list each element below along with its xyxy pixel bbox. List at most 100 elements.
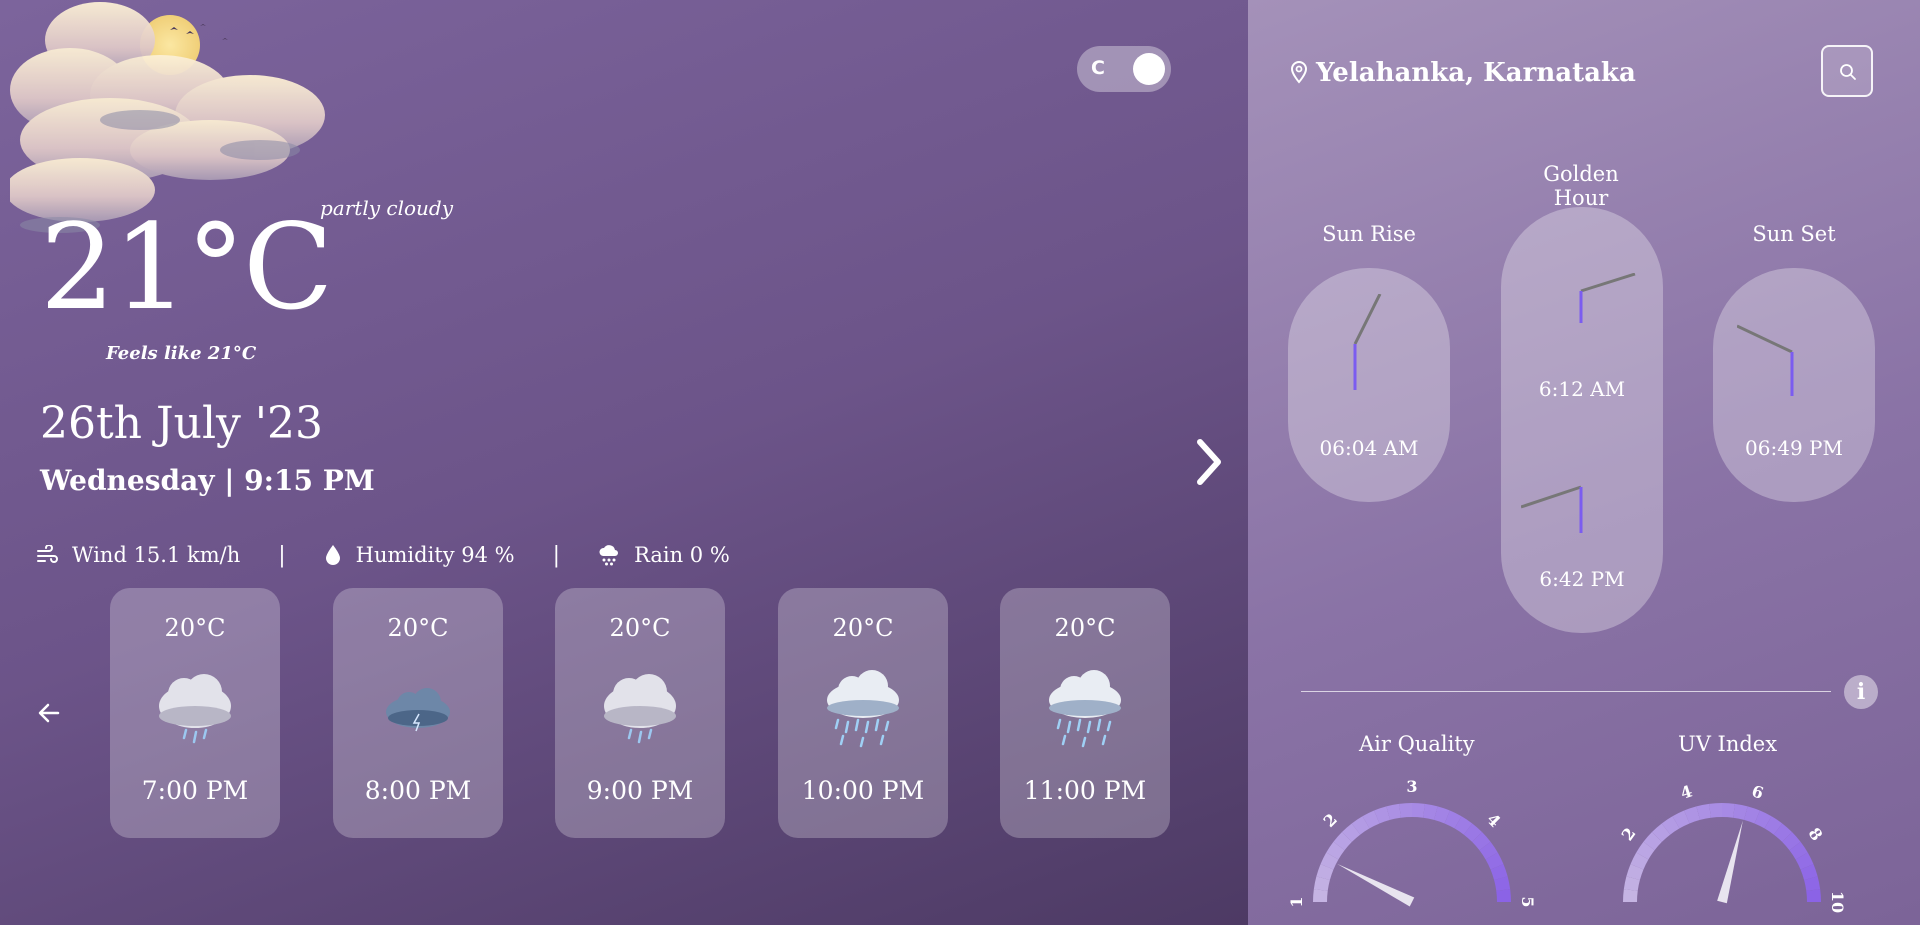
air-quality-gauge: 1 2 3 4 5 <box>1287 777 1537 908</box>
uv-gauge-segment <box>1709 803 1723 818</box>
uv-gauge-segment <box>1806 889 1821 903</box>
uv-gauge-tick-label: 8 <box>1804 824 1826 844</box>
air-quality-gauge-segment <box>1463 823 1483 842</box>
uv-gauge-segment <box>1789 841 1808 860</box>
golden-evening-time: 6:42 PM <box>1539 567 1625 591</box>
air-quality-gauge-segment <box>1320 852 1339 870</box>
uv-gauge-segment <box>1636 841 1655 860</box>
uv-gauge-tick-label: 4 <box>1678 781 1694 803</box>
uv-gauge-segment <box>1651 823 1671 842</box>
air-quality-gauge-segment <box>1374 806 1391 824</box>
rain-cloud-icon <box>599 545 619 566</box>
air-quality-gauge-segment <box>1454 816 1473 835</box>
uv-gauge-segment <box>1696 803 1712 820</box>
clock-icon <box>1737 324 1794 396</box>
chevron-right-icon[interactable] <box>1188 432 1228 492</box>
air-quality-gauge-segment <box>1333 831 1352 851</box>
sunrise-time: 06:04 AM <box>1319 436 1419 460</box>
divider <box>1301 691 1831 692</box>
sunrise-card: 06:04 AM <box>1288 268 1450 502</box>
uv-gauge-segment <box>1795 852 1814 870</box>
air-quality-gauge-segment <box>1411 803 1425 818</box>
sunset-title: Sun Set <box>1752 222 1836 246</box>
hourly-card[interactable]: 20°C 8:00 PM <box>333 588 503 838</box>
arrow-left-icon[interactable] <box>36 700 62 726</box>
air-quality-title: Air Quality <box>1359 732 1475 756</box>
clock-icon <box>1579 273 1636 323</box>
uv-gauge-segment <box>1773 823 1793 842</box>
hourly-time: 7:00 PM <box>141 776 249 805</box>
wind-icon <box>37 545 58 563</box>
heavy-rain-icon <box>1049 670 1121 748</box>
air-quality-gauge-segment <box>1362 810 1380 829</box>
air-quality-gauge-segment <box>1313 889 1328 903</box>
hourly-temp: 20°C <box>164 614 226 642</box>
uv-gauge-segment <box>1623 889 1638 903</box>
hourly-time: 10:00 PM <box>801 776 925 805</box>
humidity-value: Humidity 94 % <box>355 543 515 567</box>
rain-cloud-icon <box>604 674 676 744</box>
air-quality-gauge-segment <box>1490 864 1508 881</box>
weather-condition: partly cloudy <box>320 196 453 220</box>
current-temperature: 21°C <box>40 198 333 336</box>
uv-index-title: UV Index <box>1678 732 1778 756</box>
uv-index-gauge: 2 4 6 8 10 <box>1618 781 1847 913</box>
hourly-card[interactable]: 20°C 11:00 PM <box>1000 588 1170 838</box>
golden-morning-time: 6:12 AM <box>1538 377 1626 401</box>
sunset-card: 06:49 PM <box>1713 268 1875 502</box>
golden-hour-card: 6:12 AM 6:42 PM <box>1501 207 1663 633</box>
hourly-time: 11:00 PM <box>1023 776 1147 805</box>
uv-gauge-segment <box>1804 876 1821 892</box>
uv-gauge-segment <box>1672 810 1690 829</box>
air-quality-gauge-segment <box>1316 864 1334 881</box>
sunrise-title: Sun Rise <box>1322 222 1416 246</box>
air-quality-gauge-tick-label: 3 <box>1406 777 1417 796</box>
uv-gauge-segment <box>1782 831 1801 851</box>
hourly-card[interactable]: 20°C 7:00 PM <box>110 588 280 838</box>
uv-gauge-tick-label: 6 <box>1749 781 1765 803</box>
air-quality-gauge-segment <box>1351 816 1370 835</box>
uv-gauge-segment <box>1661 816 1680 835</box>
uv-gauge-tick-label: 2 <box>1618 824 1640 844</box>
uv-gauge-segment <box>1623 876 1640 892</box>
main-panel: partly cloudy 21°C Feels like 21°C 26th … <box>0 0 1248 925</box>
uv-gauge-segment <box>1732 803 1748 820</box>
unit-toggle[interactable]: C <box>1077 46 1171 92</box>
air-quality-gauge-segment <box>1422 803 1438 820</box>
air-quality-gauge-segment <box>1485 852 1504 870</box>
hourly-card[interactable]: 20°C 10:00 PM <box>778 588 948 838</box>
air-quality-gauge-segment <box>1386 803 1402 820</box>
hourly-card[interactable]: 20°C 9:00 PM <box>555 588 725 838</box>
uv-gauge-segment <box>1800 864 1818 881</box>
sunset-time: 06:49 PM <box>1745 436 1843 460</box>
search-button[interactable] <box>1821 45 1873 97</box>
rain-value: Rain 0 % <box>634 543 730 567</box>
storm-cloud-icon <box>386 688 450 732</box>
air-quality-gauge-tick-label: 1 <box>1287 896 1306 907</box>
air-quality-gauge-segment <box>1433 806 1450 824</box>
unit-toggle-knob <box>1133 53 1165 85</box>
golden-hour-title: Golden Hour <box>1543 162 1619 210</box>
uv-gauge-segment <box>1626 864 1644 881</box>
info-button[interactable]: i <box>1844 675 1878 709</box>
uv-gauge-needle <box>1717 820 1743 904</box>
air-quality-gauge-tick-label: 5 <box>1518 896 1537 907</box>
uv-gauge-segment <box>1743 806 1760 824</box>
map-pin-icon <box>1290 61 1308 84</box>
air-quality-gauge-tick-label: 4 <box>1483 810 1504 831</box>
clock-icon <box>1521 485 1583 533</box>
wind-stat: Wind 15.1 km/h <box>36 543 240 567</box>
uv-gauge-tick-label: 10 <box>1828 891 1847 913</box>
stat-separator: | <box>278 542 286 568</box>
uv-gauge-segment <box>1684 806 1701 824</box>
droplet-icon <box>325 545 340 565</box>
air-quality-gauge-tick-label: 2 <box>1320 810 1341 831</box>
air-quality-gauge-segment <box>1341 823 1361 842</box>
day-and-time: Wednesday | 9:15 PM <box>40 464 375 497</box>
location-name: Yelahanka, Karnataka <box>1316 58 1636 88</box>
uv-gauge-segment <box>1754 810 1772 829</box>
uv-gauge-segment <box>1643 831 1662 851</box>
air-quality-gauge-segment <box>1444 810 1462 829</box>
air-quality-gauge-segment <box>1472 831 1491 851</box>
current-date: 26th July '23 <box>40 398 323 449</box>
